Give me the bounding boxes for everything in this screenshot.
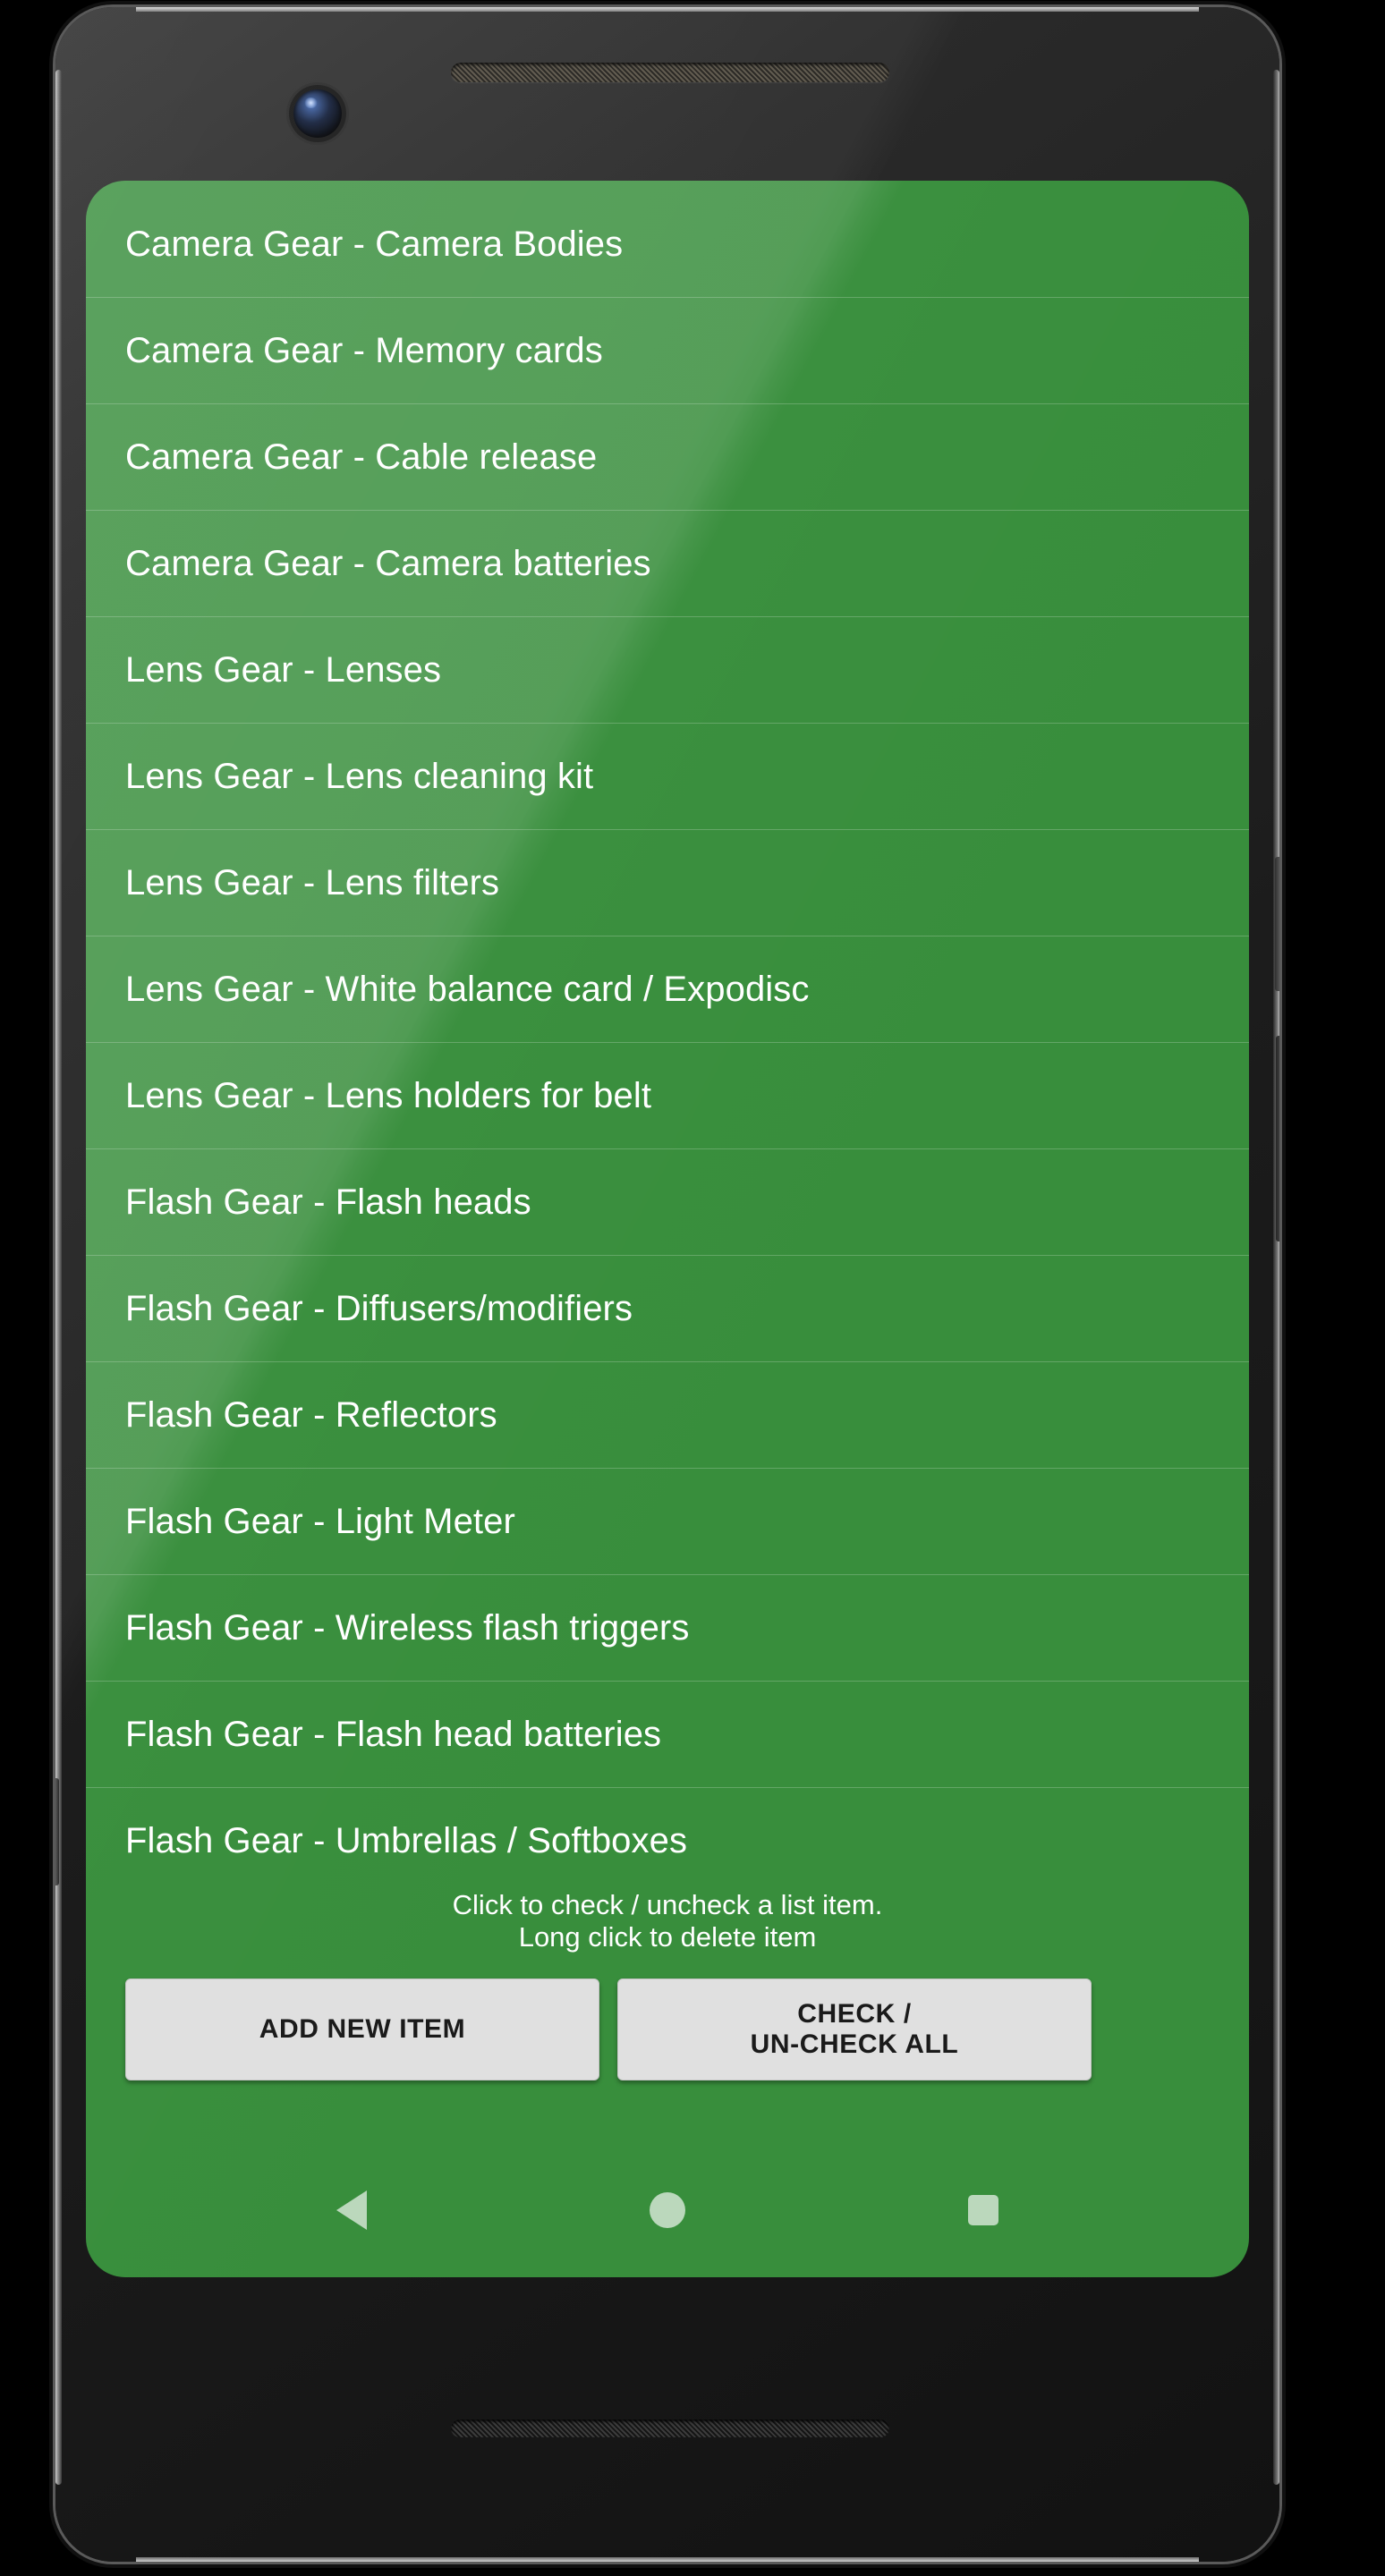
list-item-label: Camera Gear - Camera Bodies: [125, 224, 624, 264]
list-item-label: Flash Gear - Wireless flash triggers: [125, 1607, 690, 1648]
list-item[interactable]: Flash Gear - Umbrellas / Softboxes: [86, 1788, 1249, 1894]
device-right-rail: [1273, 70, 1279, 2485]
left-side-button[interactable]: [55, 1778, 59, 1885]
phone-screen: Camera Gear - Camera Bodies Camera Gear …: [86, 181, 1249, 2277]
list-item-label: Lens Gear - White balance card / Expodis…: [125, 969, 810, 1009]
list-item-label: Camera Gear - Camera batteries: [125, 543, 651, 583]
list-item[interactable]: Flash Gear - Flash head batteries: [86, 1682, 1249, 1788]
check-uncheck-all-line2: UN-CHECK ALL: [750, 2029, 959, 2060]
list-item[interactable]: Flash Gear - Reflectors: [86, 1362, 1249, 1469]
list-item[interactable]: Lens Gear - Lenses: [86, 617, 1249, 724]
list-item[interactable]: Camera Gear - Cable release: [86, 404, 1249, 511]
list-item-label: Flash Gear - Flash heads: [125, 1182, 531, 1222]
check-uncheck-all-button[interactable]: CHECK / UN-CHECK ALL: [617, 1978, 1092, 2081]
list-item[interactable]: Lens Gear - Lens filters: [86, 830, 1249, 936]
check-uncheck-all-label: CHECK / UN-CHECK ALL: [751, 1999, 959, 2060]
recents-square-icon: [968, 2195, 999, 2225]
list-item[interactable]: Lens Gear - White balance card / Expodis…: [86, 936, 1249, 1043]
list-item-label: Flash Gear - Flash head batteries: [125, 1714, 662, 1754]
gear-checklist: Camera Gear - Camera Bodies Camera Gear …: [86, 181, 1249, 1894]
list-item[interactable]: Lens Gear - Lens holders for belt: [86, 1043, 1249, 1149]
device-top-rail: [136, 7, 1199, 12]
list-item-label: Flash Gear - Light Meter: [125, 1501, 515, 1541]
nav-recents-button[interactable]: [930, 2170, 1037, 2250]
nav-back-button[interactable]: [298, 2170, 405, 2250]
list-item-label: Camera Gear - Memory cards: [125, 330, 603, 370]
earpiece-speaker: [451, 63, 889, 82]
list-item[interactable]: Flash Gear - Diffusers/modifiers: [86, 1256, 1249, 1362]
front-camera-icon: [293, 89, 342, 138]
power-button[interactable]: [1275, 857, 1279, 991]
list-item-label: Lens Gear - Lens cleaning kit: [125, 756, 594, 796]
check-uncheck-all-line1: CHECK /: [797, 1998, 912, 2029]
hint-line-check: Click to check / uncheck a list item.: [452, 1889, 883, 1920]
list-item[interactable]: Flash Gear - Wireless flash triggers: [86, 1575, 1249, 1682]
list-item[interactable]: Flash Gear - Light Meter: [86, 1469, 1249, 1575]
usage-hints: Click to check / uncheck a list item. Lo…: [86, 1889, 1249, 1953]
list-item[interactable]: Camera Gear - Camera Bodies: [86, 191, 1249, 298]
device-left-rail: [55, 70, 62, 2485]
add-new-item-button[interactable]: ADD NEW ITEM: [125, 1978, 599, 2081]
list-item-label: Lens Gear - Lens holders for belt: [125, 1075, 652, 1115]
action-button-row: ADD NEW ITEM CHECK / UN-CHECK ALL: [86, 1953, 1249, 2081]
list-item[interactable]: Flash Gear - Flash heads: [86, 1149, 1249, 1256]
list-item[interactable]: Lens Gear - Lens cleaning kit: [86, 724, 1249, 830]
list-item-label: Flash Gear - Umbrellas / Softboxes: [125, 1821, 688, 1860]
add-new-item-label: ADD NEW ITEM: [259, 2014, 466, 2044]
android-navigation-bar: [86, 2143, 1249, 2277]
list-item-label: Flash Gear - Reflectors: [125, 1394, 497, 1435]
volume-button[interactable]: [1276, 1036, 1279, 1241]
list-item-label: Lens Gear - Lenses: [125, 649, 442, 690]
back-triangle-icon: [336, 2190, 367, 2230]
phone-device-frame: Camera Gear - Camera Bodies Camera Gear …: [55, 7, 1279, 2562]
bottom-speaker-grille: [451, 2419, 889, 2437]
list-item-label: Camera Gear - Cable release: [125, 436, 598, 477]
list-item[interactable]: Camera Gear - Memory cards: [86, 298, 1249, 404]
hint-line-delete: Long click to delete item: [518, 1920, 817, 1953]
device-bottom-rail: [136, 2557, 1199, 2562]
nav-home-button[interactable]: [614, 2170, 721, 2250]
list-item-label: Flash Gear - Diffusers/modifiers: [125, 1288, 633, 1328]
list-item[interactable]: Camera Gear - Camera batteries: [86, 511, 1249, 617]
list-item-label: Lens Gear - Lens filters: [125, 862, 500, 902]
home-circle-icon: [649, 2192, 685, 2228]
